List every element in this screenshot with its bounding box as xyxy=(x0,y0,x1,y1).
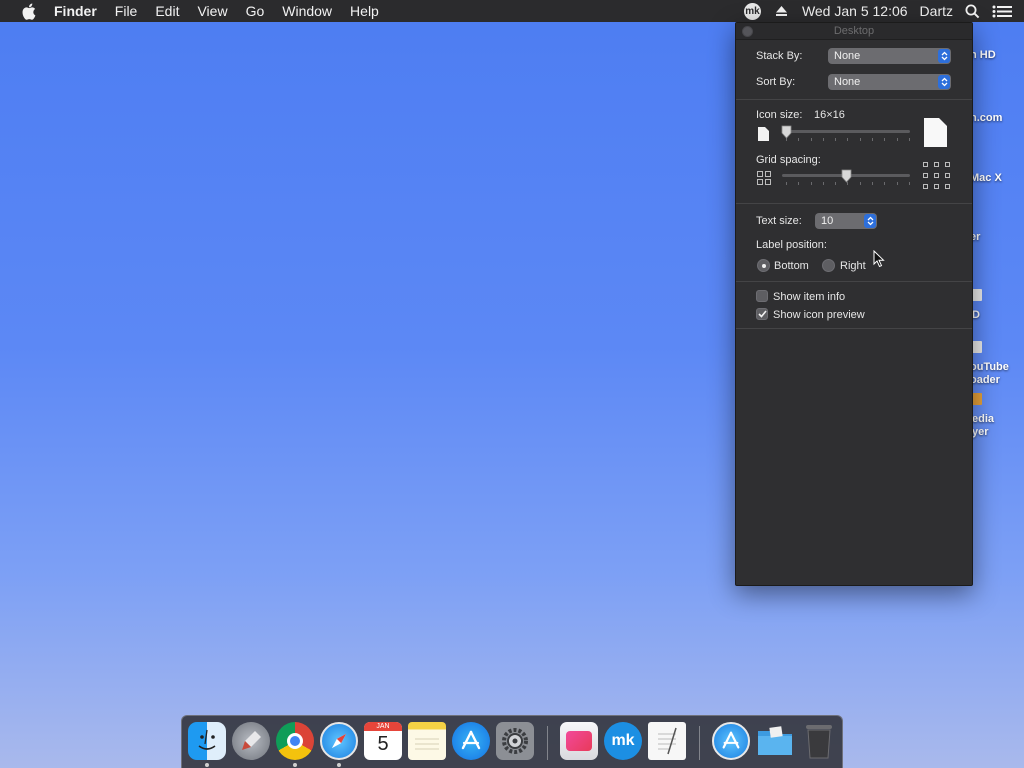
desktop-view-options-panel: Desktop Stack By: None Sort By: None Ico… xyxy=(735,22,973,586)
large-document-icon xyxy=(924,118,947,150)
folder-icon[interactable] xyxy=(756,722,794,760)
system-preferences-icon[interactable] xyxy=(496,722,534,760)
desktop-icon-label[interactable]: Mac X xyxy=(970,172,1002,184)
menu-help[interactable]: Help xyxy=(341,0,388,22)
running-indicator xyxy=(337,763,341,767)
menu-bar-status-area: mk Wed Jan 5 12:06 Dartz xyxy=(743,0,1024,22)
desktop-icon-label[interactable]: ouTube xyxy=(970,361,1009,373)
mouse-pointer-icon xyxy=(873,249,885,273)
sort-by-value: None xyxy=(834,76,861,88)
stack-by-label: Stack By: xyxy=(756,50,803,62)
show-icon-preview-label[interactable]: Show icon preview xyxy=(773,309,865,321)
textedit-icon[interactable] xyxy=(648,722,686,760)
desktop-icon-label[interactable]: edia xyxy=(972,413,994,425)
desktop-app-icon[interactable] xyxy=(972,393,982,405)
dock: JAN 5 mk xyxy=(181,715,843,768)
desktop-icon-label[interactable]: yer xyxy=(972,426,989,438)
menu-file[interactable]: File xyxy=(106,0,147,22)
grid-spacing-label: Grid spacing: xyxy=(756,154,821,166)
chevron-updown-icon xyxy=(938,49,950,63)
size-section: Icon size: 16×16 Grid spacing: xyxy=(736,100,972,204)
notes-icon[interactable] xyxy=(408,722,446,760)
chevron-updown-icon xyxy=(938,75,950,89)
clock-datetime[interactable]: Wed Jan 5 12:06 xyxy=(802,3,908,19)
show-item-info-checkbox[interactable] xyxy=(756,290,768,302)
trash-icon[interactable] xyxy=(800,722,838,760)
desktop-file-icon[interactable] xyxy=(972,289,982,301)
grid-spacing-slider-thumb[interactable] xyxy=(841,169,852,183)
apple-menu-icon[interactable] xyxy=(20,2,38,20)
icon-size-value: 16×16 xyxy=(814,109,845,121)
desktop-icon-label[interactable]: n.com xyxy=(970,112,1002,124)
radio-right-label[interactable]: Right xyxy=(840,260,866,272)
icon-size-slider-track[interactable] xyxy=(782,130,910,133)
desktop-file-icon[interactable] xyxy=(972,341,982,353)
small-document-icon xyxy=(758,127,769,144)
cleanmymac-icon[interactable] xyxy=(560,722,598,760)
panel-titlebar[interactable]: Desktop xyxy=(736,23,972,40)
desktop-icon-label[interactable]: D xyxy=(972,309,980,321)
safari-icon[interactable] xyxy=(320,722,358,760)
close-button[interactable] xyxy=(742,26,753,37)
stack-by-popup[interactable]: None xyxy=(828,48,951,64)
user-name[interactable]: Dartz xyxy=(920,3,953,19)
sort-by-label: Sort By: xyxy=(756,76,796,88)
icon-size-label: Icon size: xyxy=(756,109,803,121)
menu-edit[interactable]: Edit xyxy=(146,0,188,22)
text-size-label: Text size: xyxy=(756,215,802,227)
dock-separator xyxy=(547,726,548,760)
mk-app-label: mk xyxy=(611,732,635,749)
menu-window[interactable]: Window xyxy=(273,0,341,22)
spotlight-search-icon[interactable] xyxy=(965,4,980,19)
label-position-label: Label position: xyxy=(756,239,827,251)
calendar-month: JAN xyxy=(364,722,402,731)
desktop-icon-label[interactable]: oader xyxy=(970,374,1000,386)
calendar-day: 5 xyxy=(377,733,389,755)
show-icon-preview-checkbox[interactable] xyxy=(756,308,768,320)
radio-bottom[interactable] xyxy=(757,259,770,272)
mk-app-icon[interactable]: mk xyxy=(604,722,642,760)
desktop-icon-label[interactable]: h HD xyxy=(970,49,996,61)
finder-icon[interactable] xyxy=(188,722,226,760)
notification-center-icon[interactable] xyxy=(992,5,1012,18)
text-size-popup[interactable]: 10 xyxy=(815,213,877,229)
running-indicator xyxy=(205,763,209,767)
radio-bottom-label[interactable]: Bottom xyxy=(774,260,809,272)
checkmark-icon xyxy=(757,310,767,318)
app-store-downloads-icon[interactable] xyxy=(712,722,750,760)
icon-size-slider-thumb[interactable] xyxy=(781,125,792,139)
arrange-section: Stack By: None Sort By: None xyxy=(736,40,972,100)
stack-by-value: None xyxy=(834,50,861,62)
launchpad-icon[interactable] xyxy=(232,722,270,760)
running-indicator xyxy=(293,763,297,767)
menu-go[interactable]: Go xyxy=(237,0,274,22)
icon-size-slider-ticks xyxy=(786,138,910,141)
menu-view[interactable]: View xyxy=(188,0,236,22)
dock-separator xyxy=(699,726,700,760)
eject-icon[interactable] xyxy=(775,5,788,17)
app-store-icon[interactable] xyxy=(452,722,490,760)
show-item-info-label[interactable]: Show item info xyxy=(773,291,845,303)
radio-right[interactable] xyxy=(822,259,835,272)
grid-wide-icon xyxy=(923,162,950,192)
text-size-value: 10 xyxy=(821,215,834,227)
menu-app-finder[interactable]: Finder xyxy=(48,0,106,22)
panel-title: Desktop xyxy=(833,25,875,37)
chevron-updown-icon xyxy=(864,214,876,228)
mk-status-icon[interactable]: mk xyxy=(743,2,761,20)
sort-by-popup[interactable]: None xyxy=(828,74,951,90)
chrome-icon[interactable] xyxy=(276,722,314,760)
text-section: Text size: 10 Label position: Bottom Rig… xyxy=(736,204,972,282)
menu-bar: Finder File Edit View Go Window Help mk … xyxy=(0,0,1024,22)
calendar-icon[interactable]: JAN 5 xyxy=(364,722,402,760)
options-section: Show item info Show icon preview xyxy=(736,282,972,329)
grid-tight-icon xyxy=(757,171,772,189)
